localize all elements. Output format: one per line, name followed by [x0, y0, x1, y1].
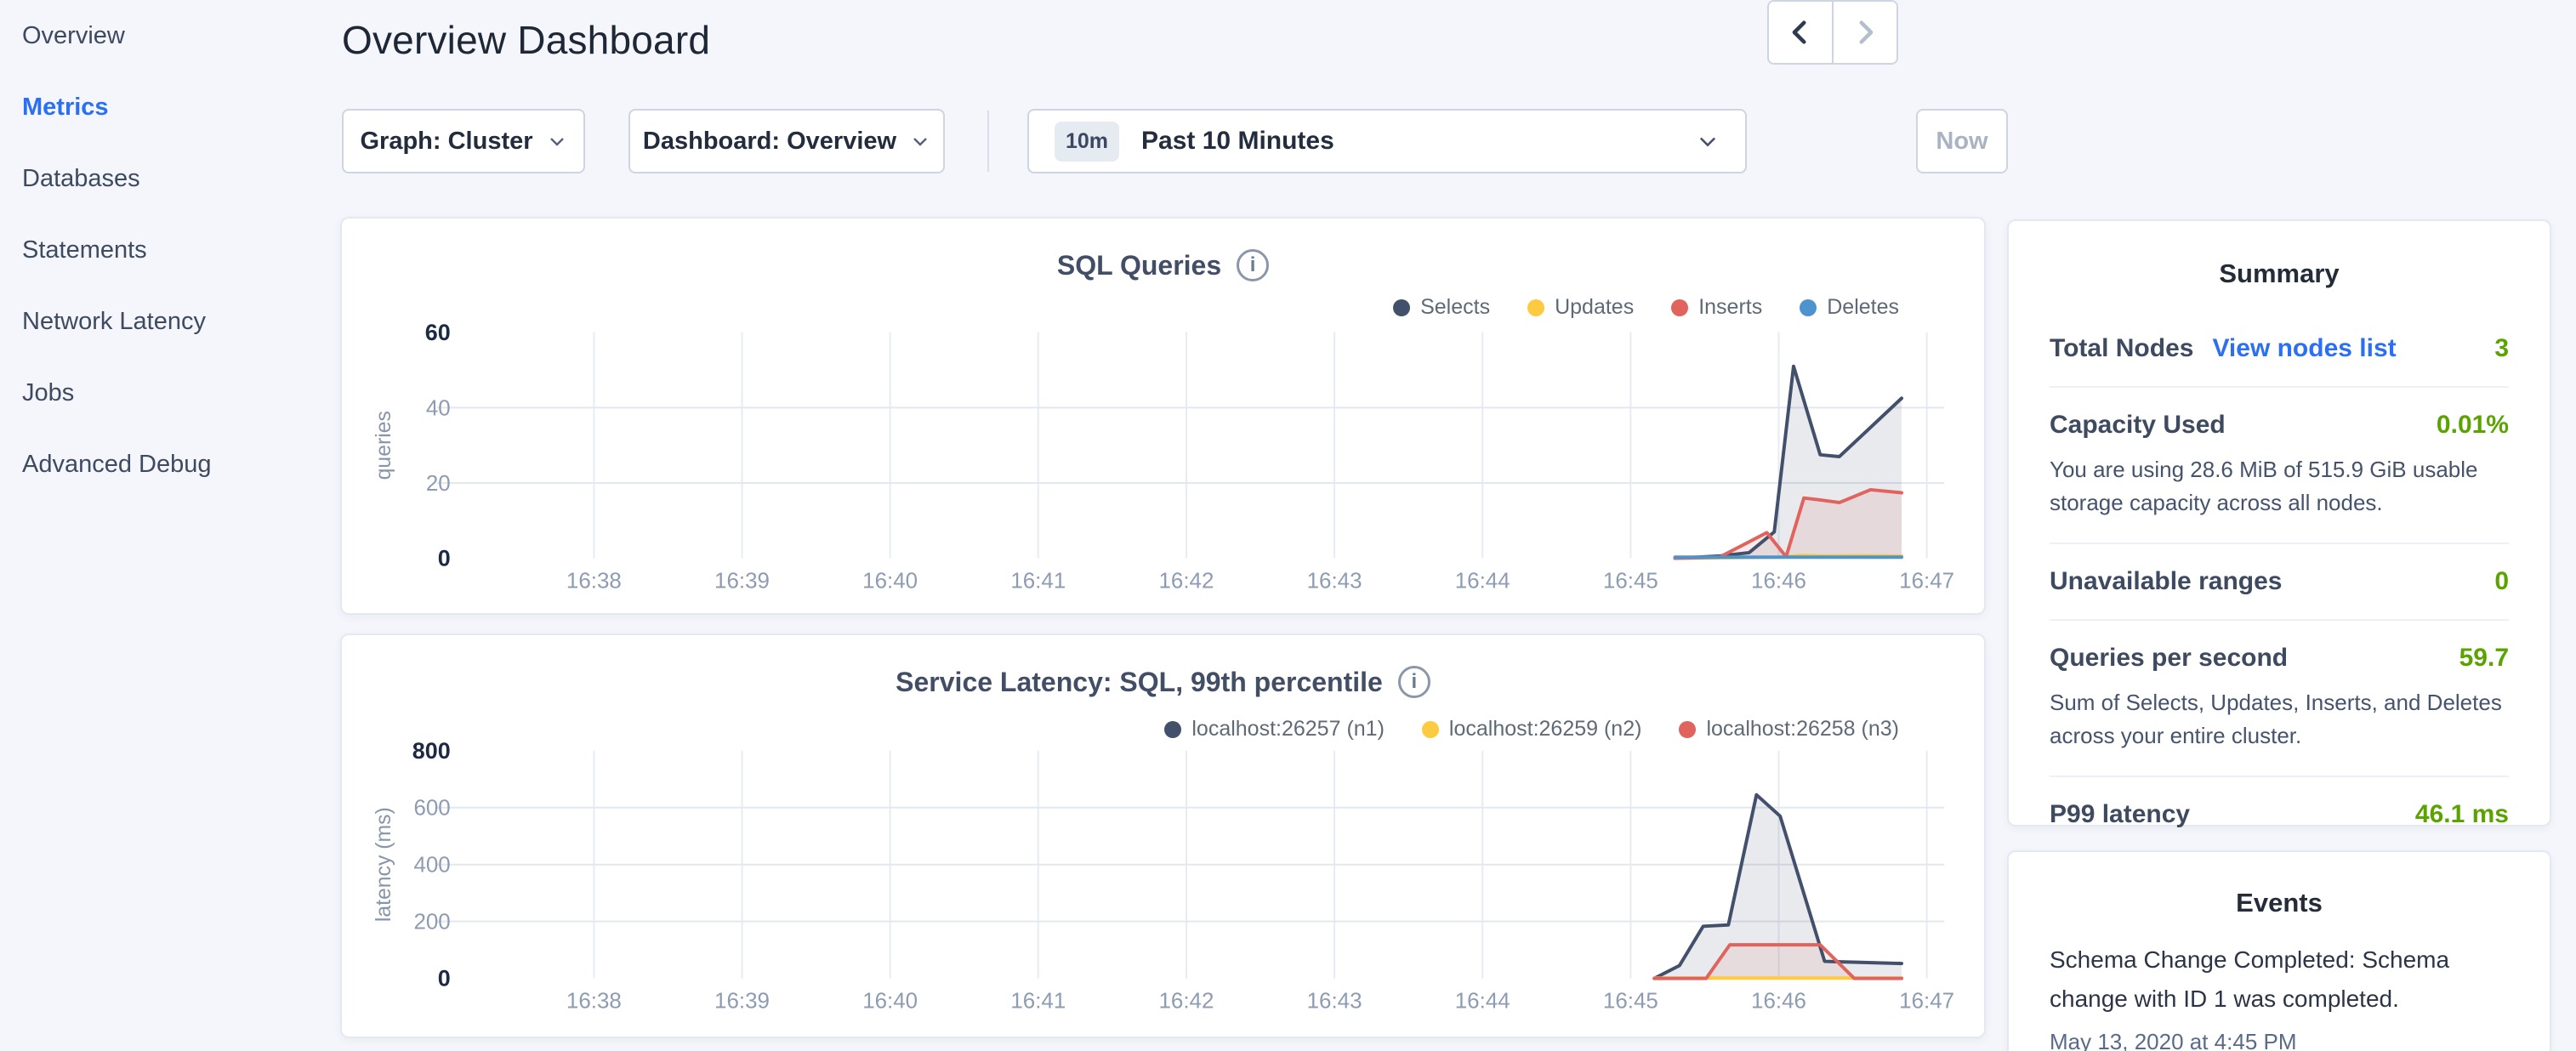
svg-text:16:42: 16:42 [1158, 569, 1214, 593]
svg-text:16:39: 16:39 [714, 989, 770, 1013]
svg-text:16:41: 16:41 [1010, 569, 1066, 593]
summary-subtext: Sum of Selects, Updates, Inserts, and De… [2050, 686, 2509, 753]
svg-text:16:45: 16:45 [1603, 989, 1658, 1013]
summary-subtext: You are using 28.6 MiB of 515.9 GiB usab… [2050, 453, 2509, 520]
svg-text:0: 0 [438, 546, 451, 571]
sql-queries-chart-card: SQL Queries i SelectsUpdatesInsertsDelet… [340, 217, 1986, 615]
summary-label: Unavailable ranges [2050, 567, 2282, 596]
svg-text:800: 800 [412, 738, 451, 764]
svg-text:16:43: 16:43 [1307, 989, 1362, 1013]
event-timestamp: May 13, 2020 at 4:45 PM [2050, 1029, 2509, 1051]
svg-text:40: 40 [426, 396, 451, 420]
event-text: Schema Change Completed: Schema change w… [2050, 940, 2509, 1019]
svg-text:16:43: 16:43 [1307, 569, 1362, 593]
chevron-left-icon [1786, 18, 1815, 47]
svg-text:16:44: 16:44 [1455, 569, 1510, 593]
svg-text:600: 600 [413, 797, 450, 821]
sidebar-item-metrics[interactable]: Metrics [22, 94, 212, 122]
chevron-right-icon [1851, 18, 1879, 47]
svg-text:20: 20 [426, 472, 451, 496]
summary-title: Summary [2050, 258, 2509, 289]
svg-text:16:47: 16:47 [1899, 989, 1954, 1013]
graph-dropdown[interactable]: Graph: Cluster [342, 109, 585, 173]
sidebar-item-advanced-debug[interactable]: Advanced Debug [22, 451, 212, 479]
service-latency-chart-card: Service Latency: SQL, 99th percentile i … [340, 633, 1986, 1038]
time-next-button[interactable] [1834, 2, 1896, 63]
svg-text:16:41: 16:41 [1010, 989, 1066, 1013]
svg-text:0: 0 [438, 966, 451, 991]
summary-label: P99 latency [2050, 800, 2190, 829]
dashboard-dropdown-label: Dashboard: Overview [643, 128, 896, 156]
event-item[interactable]: Schema Change Completed: Schema change w… [2050, 940, 2509, 1051]
svg-text:16:47: 16:47 [1899, 569, 1954, 593]
summary-label: Total Nodes [2050, 334, 2193, 363]
svg-text:16:39: 16:39 [714, 569, 770, 593]
time-range-label: Past 10 Minutes [1141, 127, 1334, 156]
svg-text:16:46: 16:46 [1751, 989, 1806, 1013]
summary-row-total-nodes: Total Nodes View nodes list 3 [2050, 311, 2509, 388]
sql-queries-plot[interactable]: 16:38 16:39 16:40 16:41 16:42 16:43 16:44 16:45… [342, 219, 1984, 613]
dashboard-dropdown[interactable]: Dashboard: Overview [628, 109, 945, 173]
svg-text:400: 400 [413, 854, 450, 878]
svg-text:60: 60 [425, 320, 451, 345]
summary-label: Queries per second [2050, 644, 2288, 673]
time-range-select[interactable]: 10m Past 10 Minutes [1027, 109, 1747, 173]
svg-text:16:44: 16:44 [1455, 989, 1510, 1013]
graph-dropdown-label: Graph: Cluster [360, 128, 532, 156]
svg-text:16:38: 16:38 [566, 569, 622, 593]
svg-text:queries: queries [372, 411, 395, 480]
sidebar-item-jobs[interactable]: Jobs [22, 379, 212, 407]
svg-text:16:40: 16:40 [862, 569, 918, 593]
controls-divider [987, 111, 989, 172]
summary-panel: Summary Total Nodes View nodes list 3 Ca… [2007, 219, 2551, 827]
svg-text:200: 200 [413, 911, 450, 935]
svg-text:16:45: 16:45 [1603, 569, 1658, 593]
summary-row-queries-per-second: Queries per second 59.7 Sum of Selects, … [2050, 621, 2509, 777]
chevron-down-icon [547, 131, 567, 151]
now-button[interactable]: Now [1916, 109, 2008, 173]
events-panel: Events Schema Change Completed: Schema c… [2007, 850, 2551, 1051]
summary-value: 46.1 ms [2415, 800, 2509, 829]
summary-value: 59.7 [2459, 644, 2509, 673]
summary-label: Capacity Used [2050, 411, 2226, 440]
summary-value: 0 [2494, 567, 2509, 596]
app-root: Overview Metrics Databases Statements Networ… [0, 0, 2576, 1051]
time-range-badge: 10m [1055, 122, 1119, 162]
page-title: Overview Dashboard [342, 17, 710, 63]
svg-text:16:38: 16:38 [566, 989, 622, 1013]
time-prev-button[interactable] [1769, 2, 1834, 63]
summary-row-unavailable-ranges: Unavailable ranges 0 [2050, 544, 2509, 621]
sidebar-item-overview[interactable]: Overview [22, 22, 212, 50]
summary-row-p99-latency: P99 latency 46.1 ms [2050, 777, 2509, 829]
chevron-down-icon [1696, 129, 1720, 153]
svg-text:16:42: 16:42 [1158, 989, 1214, 1013]
time-pager [1767, 0, 1898, 65]
summary-value: 3 [2494, 334, 2509, 363]
svg-text:16:40: 16:40 [862, 989, 918, 1013]
sidebar-item-statements[interactable]: Statements [22, 236, 212, 264]
sidebar-item-network-latency[interactable]: Network Latency [22, 308, 212, 336]
events-title: Events [2050, 888, 2509, 918]
view-nodes-list-link[interactable]: View nodes list [2212, 334, 2396, 363]
summary-row-capacity-used: Capacity Used 0.01% You are using 28.6 M… [2050, 388, 2509, 544]
sidebar: Overview Metrics Databases Statements Networ… [22, 22, 212, 479]
chevron-down-icon [910, 131, 930, 151]
svg-text:latency (ms): latency (ms) [372, 807, 395, 922]
service-latency-plot[interactable]: 16:38 16:39 16:40 16:41 16:42 16:43 16:44 16:45… [342, 635, 1984, 1037]
sidebar-item-databases[interactable]: Databases [22, 165, 212, 193]
summary-value: 0.01% [2437, 411, 2509, 440]
svg-text:16:46: 16:46 [1751, 569, 1806, 593]
